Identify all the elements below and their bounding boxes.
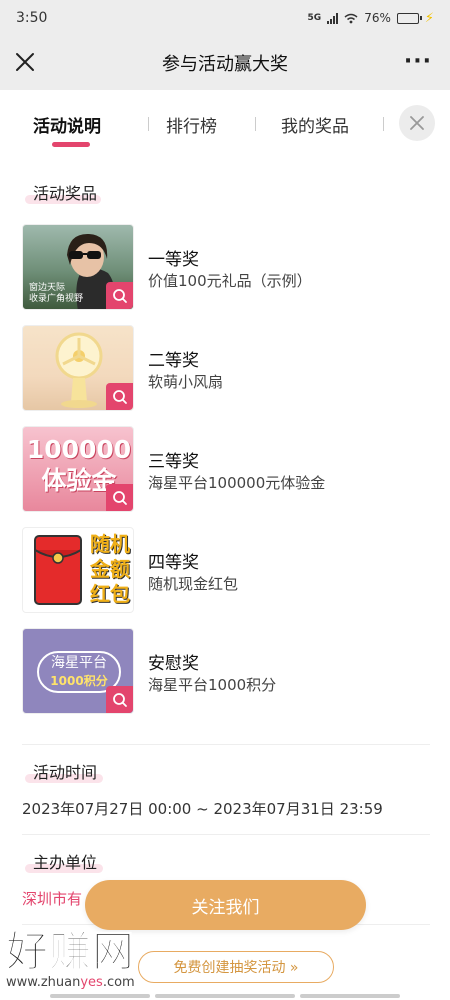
organizer-value[interactable]: 深圳市有 (22, 888, 82, 909)
close-icon[interactable] (12, 49, 38, 75)
prize-item-first[interactable]: 窗边天际 收录广角视野 一等奖 价值100元礼品（示例） (22, 224, 432, 310)
tab-leaderboard[interactable]: 排行榜 (166, 112, 217, 137)
prize-name: 安慰奖 (148, 654, 199, 674)
image-caption-line: 收录广角视野 (29, 294, 84, 304)
prize-image-first[interactable]: 窗边天际 收录广角视野 (22, 224, 134, 310)
tab-bar: 活动说明 排行榜 我的奖品 (0, 90, 450, 160)
status-icons: 5G 76% ⚡ (308, 11, 434, 26)
tab-my-prizes[interactable]: 我的奖品 (281, 112, 349, 137)
page-title: 参与活动赢大奖 (162, 54, 288, 75)
watermark-title: 好赚网 (5, 927, 136, 977)
status-bar: 3:50 5G 76% ⚡ (0, 0, 450, 36)
prize-item-fourth[interactable]: 随机 金额 红包 四等奖 随机现金红包 (22, 527, 432, 613)
bottom-indicator (155, 994, 295, 998)
image-text-line: 随机 (90, 532, 130, 556)
nav-bar: 参与活动赢大奖 ··· (0, 36, 450, 90)
organizer-section-title: 主办单位 (33, 853, 98, 872)
tab-divider (148, 117, 149, 131)
signal-icon (327, 12, 339, 24)
prize-name: 一等奖 (148, 250, 199, 270)
bottom-indicator (50, 994, 150, 998)
wifi-icon (344, 13, 358, 23)
prize-item-second[interactable]: 二等奖 软萌小风扇 (22, 325, 432, 411)
prize-image-third[interactable]: 100000 体验金 (22, 426, 134, 512)
image-text-line: 100000 (26, 435, 132, 464)
zoom-icon[interactable] (106, 484, 133, 511)
prize-image-second[interactable] (22, 325, 134, 411)
create-lottery-link[interactable]: 免费创建抽奖活动 » (138, 951, 334, 983)
watermark-url-part: www.zhuan (6, 975, 81, 990)
image-text-line: 金额 (90, 557, 130, 581)
prizes-section-title: 活动奖品 (33, 184, 98, 203)
network-label: 5G (307, 13, 322, 23)
watermark-url-part: yes (80, 975, 103, 990)
close-tabs-icon[interactable] (399, 105, 435, 141)
prize-desc: 随机现金红包 (148, 575, 239, 593)
watermark-url: www.zhuanyes.com (6, 975, 135, 990)
prize-name: 二等奖 (148, 351, 199, 371)
section-divider (22, 744, 430, 745)
zoom-icon[interactable] (106, 383, 133, 410)
prize-desc: 海星平台1000积分 (148, 676, 277, 694)
activity-time-value: 2023年07月27日 00:00 ~ 2023年07月31日 23:59 (22, 800, 383, 818)
prize-image-text: 随机 金额 红包 (89, 532, 131, 607)
prize-item-third[interactable]: 100000 体验金 三等奖 海星平台100000元体验金 (22, 426, 432, 512)
prize-image-caption: 窗边天际 收录广角视野 (29, 283, 83, 305)
prize-desc: 海星平台100000元体验金 (148, 474, 326, 492)
prize-image-consolation[interactable]: 海星平台 1000积分 (22, 628, 134, 714)
status-time: 3:50 (16, 10, 48, 26)
charging-icon: ⚡ (424, 10, 434, 26)
time-section-title: 活动时间 (33, 763, 98, 782)
prize-image-fourth[interactable]: 随机 金额 红包 (22, 527, 134, 613)
zoom-icon[interactable] (106, 282, 133, 309)
tab-activity-info[interactable]: 活动说明 (33, 112, 101, 137)
prize-item-consolation[interactable]: 海星平台 1000积分 安慰奖 海星平台1000积分 (22, 628, 432, 714)
section-divider (22, 834, 430, 835)
image-caption-line: 窗边天际 (29, 283, 66, 293)
more-icon[interactable]: ··· (404, 51, 432, 73)
image-text-line: 海星平台 (51, 655, 107, 671)
zoom-icon[interactable] (106, 686, 133, 713)
tab-divider (255, 117, 256, 131)
image-text-line: 红包 (90, 582, 130, 606)
prize-name: 三等奖 (148, 452, 199, 472)
tab-divider (383, 117, 384, 131)
watermark-url-part: .com (102, 975, 135, 990)
prize-name: 四等奖 (148, 553, 199, 573)
bottom-indicator (300, 994, 400, 998)
prize-desc: 价值100元礼品（示例） (148, 272, 312, 290)
active-tab-indicator (52, 142, 90, 147)
prize-desc: 软萌小风扇 (148, 373, 224, 391)
battery-percent: 76% (364, 11, 391, 25)
battery-icon (396, 12, 422, 24)
site-watermark: 好赚网 www.zhuanyes.com (5, 918, 136, 991)
